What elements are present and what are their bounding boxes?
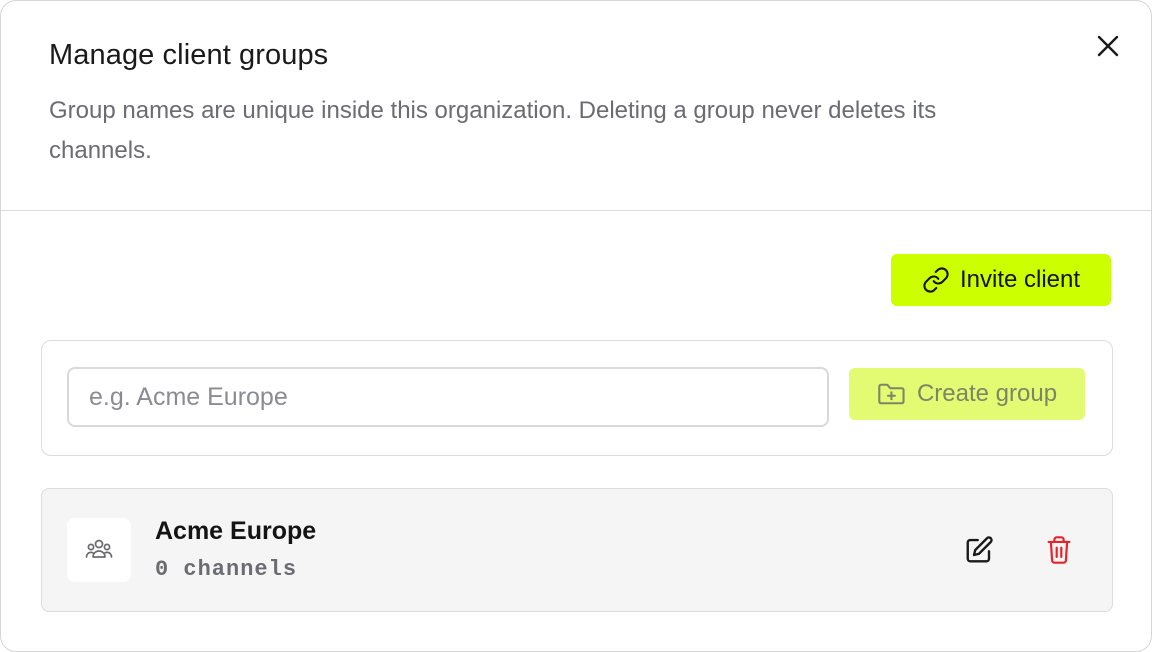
folder-plus-icon <box>878 383 905 405</box>
manage-client-groups-dialog: Manage client groups Group names are uni… <box>0 0 1152 652</box>
create-group-label: Create group <box>916 380 1058 407</box>
group-row: Acme Europe 0 channels <box>41 488 1113 612</box>
link-icon <box>923 267 949 293</box>
invite-client-label: Invite client <box>959 266 1081 293</box>
close-icon <box>1097 35 1119 57</box>
create-group-card: Create group <box>41 340 1113 456</box>
dialog-description: Group names are unique inside this organ… <box>49 97 937 164</box>
group-name: Acme Europe <box>155 517 317 545</box>
trash-icon <box>1047 536 1071 564</box>
group-channel-count: 0 channels <box>155 557 298 582</box>
users-icon <box>85 539 113 558</box>
dialog-title: Manage client groups <box>49 39 329 71</box>
dialog-header: Manage client groups Group names are uni… <box>1 1 1151 211</box>
edit-icon <box>966 536 993 563</box>
invite-client-button[interactable]: Invite client <box>891 254 1111 306</box>
edit-group-button[interactable] <box>960 531 998 569</box>
close-button[interactable] <box>1091 29 1125 63</box>
group-avatar <box>67 518 131 582</box>
delete-group-button[interactable] <box>1040 531 1078 569</box>
group-name-input[interactable] <box>67 367 829 427</box>
create-group-button[interactable]: Create group <box>849 368 1085 420</box>
